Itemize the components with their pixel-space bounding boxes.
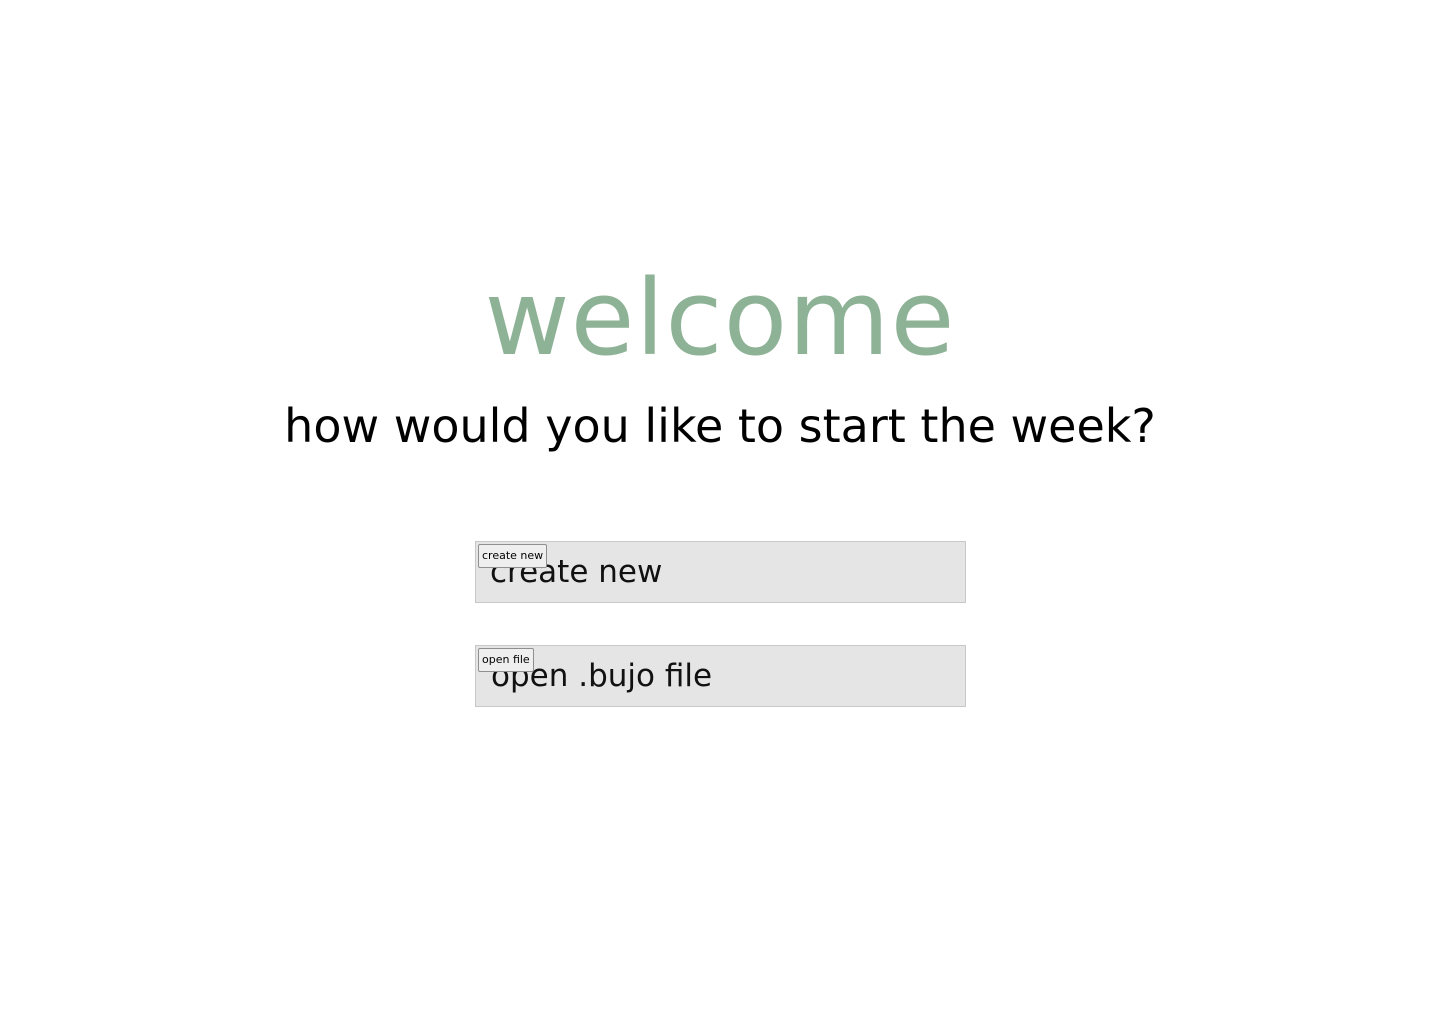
page-title: welcome	[484, 257, 956, 379]
open-file-option[interactable]: open .bujo file open file	[475, 645, 966, 707]
open-file-button[interactable]: open file	[478, 648, 534, 672]
create-new-option[interactable]: create new create new	[475, 541, 966, 603]
page-subtitle: how would you like to start the week?	[284, 399, 1156, 453]
create-new-button[interactable]: create new	[478, 544, 548, 568]
